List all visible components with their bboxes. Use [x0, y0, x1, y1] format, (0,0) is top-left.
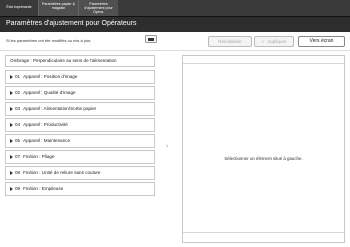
title-bar: Paramètres d'ajustement pour Opérateurs — [0, 16, 350, 32]
list-item[interactable]: 02 Appareil : Qualité d'image — [5, 86, 155, 100]
list-item[interactable]: 05 Appareil : Maintenance — [5, 134, 155, 148]
apply-label: Appliquer — [267, 39, 287, 44]
item-label: Appareil : Position d'image — [23, 74, 78, 79]
item-label: Appareil : Qualité d'image — [23, 90, 76, 95]
list-item[interactable]: 08 Finition : Unité de reliure sans coutu… — [5, 166, 155, 180]
page-title: Paramètres d'ajustement pour Opérateurs — [6, 20, 137, 27]
apply-button[interactable]: ✓ Appliquer — [254, 36, 294, 47]
expand-arrow-icon — [10, 186, 13, 191]
item-label: Appareil : Maintenance — [23, 138, 71, 143]
check-icon: ✓ — [261, 39, 266, 44]
document-button[interactable] — [145, 35, 157, 43]
empty-selection-message: Sélectionner un élément situé à gauche. — [224, 156, 303, 161]
tab-printer-status[interactable]: État imprimante — [0, 0, 38, 16]
item-number: 04 — [15, 122, 21, 127]
item-label: Appareil : Alimentation/Sortie papier — [23, 106, 97, 111]
expand-arrow-icon — [10, 74, 13, 79]
tab-paper-tray-settings[interactable]: Paramètres papier & magasin — [38, 0, 78, 16]
divider — [0, 50, 350, 51]
item-number: 05 — [15, 138, 21, 143]
to-screen-button[interactable]: Vers écran — [298, 36, 345, 47]
list-item[interactable]: 03 Appareil : Alimentation/Sortie papier — [5, 102, 155, 116]
item-number: 01 — [15, 74, 21, 79]
list-item[interactable]: 09 Finition : Empileuse — [5, 182, 155, 196]
detail-panel: Sélectionner un élément situé à gauche. — [182, 55, 345, 243]
item-number: 07 — [15, 154, 21, 159]
expand-arrow-icon — [10, 170, 13, 175]
item-label: Finition : Unité de reliure sans couture — [23, 170, 101, 175]
expand-arrow-icon — [10, 138, 13, 143]
chevron-right-icon: › — [166, 143, 169, 150]
top-tab-bar: État imprimante Paramètres papier & maga… — [0, 0, 350, 16]
panel-footer-line — [183, 232, 344, 233]
tab-operator-adjustment[interactable]: Paramètres d'ajustement pour Opéra. — [78, 0, 118, 16]
expand-arrow-icon — [10, 122, 13, 127]
item-number: 02 — [15, 90, 21, 95]
item-label: Finition : Empileuse — [23, 186, 64, 191]
reset-button[interactable]: Réinitialiser — [208, 36, 252, 47]
item-label: Finition : Pliage — [23, 154, 55, 159]
panel-header-line — [183, 63, 344, 64]
item-number: 03 — [15, 106, 21, 111]
item-number: 08 — [15, 170, 21, 175]
expand-arrow-icon — [10, 90, 13, 95]
expand-arrow-icon — [10, 154, 13, 159]
list-item[interactable]: 04 Appareil : Productivité — [5, 118, 155, 132]
category-list: 01 Appareil : Position d'image 02 Appareil… — [5, 70, 155, 198]
expand-arrow-icon — [10, 106, 13, 111]
item-label: Appareil : Productivité — [23, 122, 68, 127]
item-number: 09 — [15, 186, 21, 191]
list-item[interactable]: 07 Finition : Pliage — [5, 150, 155, 164]
list-item[interactable]: 01 Appareil : Position d'image — [5, 70, 155, 84]
info-text: Si les paramètres ont été modifiés ou mi… — [6, 38, 92, 43]
list-header[interactable]: Ombrage : Perpendiculaire au sens de l'a… — [5, 55, 155, 67]
document-icon — [148, 38, 154, 41]
